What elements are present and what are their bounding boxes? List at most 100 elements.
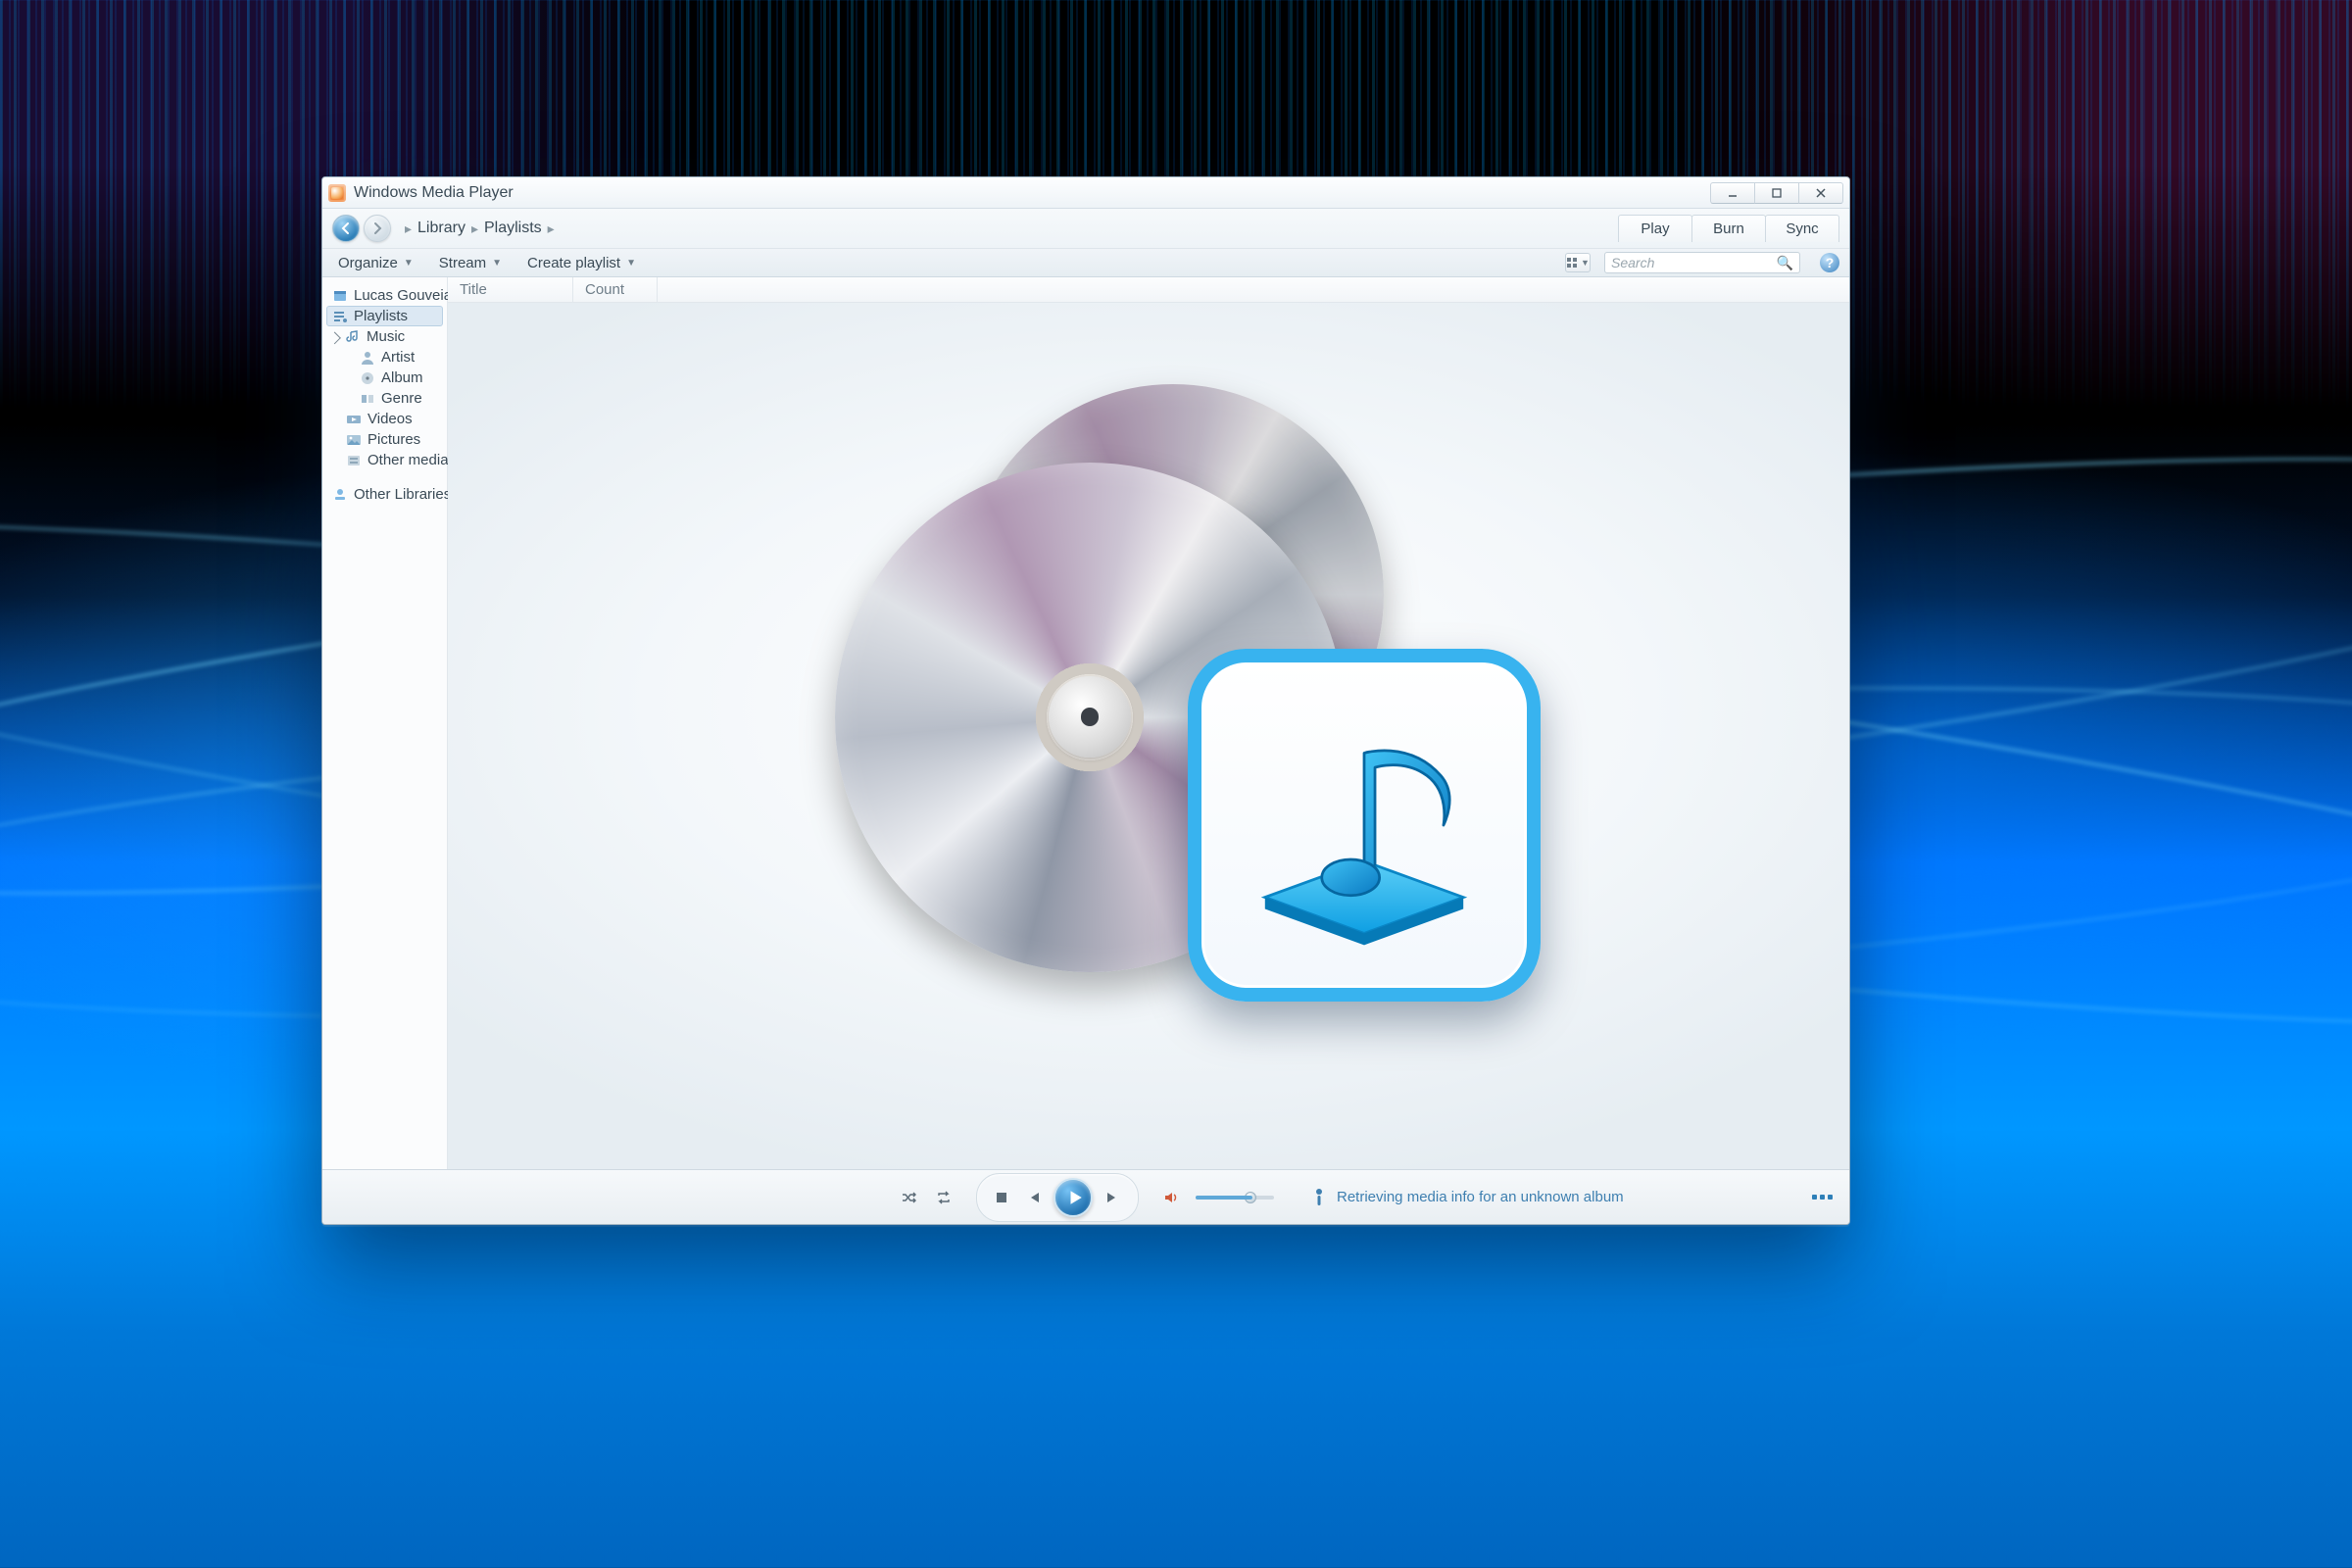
close-icon [1815, 187, 1827, 199]
column-count[interactable]: Count [573, 277, 658, 302]
switch-to-now-playing-button[interactable] [1810, 1189, 1834, 1206]
caret-down-icon: ▼ [626, 258, 636, 269]
info-icon [1311, 1188, 1327, 1207]
window-title: Windows Media Player [354, 184, 514, 202]
breadcrumb-sep-icon: ▸ [471, 220, 478, 237]
tab-burn[interactable]: Burn [1691, 215, 1766, 242]
sidebar-item-album[interactable]: Album [326, 368, 443, 388]
shuffle-button[interactable] [898, 1187, 919, 1208]
previous-button[interactable] [1022, 1187, 1044, 1208]
album-icon [360, 370, 375, 386]
sidebar-item-user[interactable]: Lucas Gouveia [326, 285, 443, 306]
breadcrumb-sep-icon: ▸ [548, 220, 555, 237]
library-nav-pane: Lucas Gouveia Playlists Music [322, 277, 448, 1169]
sidebar-playlists-label: Playlists [354, 308, 408, 324]
volume-slider[interactable] [1196, 1196, 1274, 1200]
minimize-button[interactable] [1710, 182, 1755, 204]
next-button[interactable] [1102, 1187, 1124, 1208]
network-library-icon [332, 487, 348, 503]
sidebar-pictures-label: Pictures [368, 431, 420, 448]
disc-icon [835, 463, 1345, 972]
view-options-button[interactable]: ▼ [1565, 253, 1591, 272]
sidebar-other-libraries-label: Other Libraries [354, 486, 451, 503]
navigation-bar: ▸ Library ▸ Playlists ▸ Play Burn Sync [322, 209, 1849, 248]
caret-down-icon: ▼ [1581, 258, 1590, 268]
tab-play[interactable]: Play [1618, 215, 1692, 242]
organize-menu[interactable]: Organize▼ [332, 253, 419, 273]
sidebar-item-other-libraries[interactable]: Other Libraries [326, 484, 443, 505]
help-icon: ? [1826, 255, 1835, 270]
create-playlist-menu[interactable]: Create playlist ▼ [521, 253, 642, 273]
music-app-tile-icon [1188, 649, 1541, 1002]
stop-icon [994, 1190, 1009, 1205]
wmp-app-icon [328, 184, 346, 202]
playlist-icon [332, 309, 348, 324]
search-input[interactable]: Search 🔍 [1604, 252, 1800, 273]
caret-down-icon: ▼ [492, 258, 502, 269]
sidebar-item-music[interactable]: Music [326, 326, 443, 347]
stream-menu[interactable]: Stream ▼ [433, 253, 508, 273]
column-count-label: Count [585, 281, 624, 298]
sidebar-item-videos[interactable]: Videos [326, 409, 443, 429]
genre-icon [360, 391, 375, 407]
sidebar-item-pictures[interactable]: Pictures [326, 429, 443, 450]
sidebar-album-label: Album [381, 369, 423, 386]
tab-play-label: Play [1641, 220, 1669, 237]
maximize-button[interactable] [1754, 182, 1799, 204]
caret-down-icon: ▼ [404, 258, 414, 269]
sidebar-artist-label: Artist [381, 349, 415, 366]
minimize-icon [1727, 187, 1739, 199]
titlebar: Windows Media Player [322, 177, 1849, 209]
status-text: Retrieving media info for an unknown alb… [1311, 1188, 1624, 1207]
play-icon [1066, 1189, 1084, 1206]
sidebar-item-genre[interactable]: Genre [326, 388, 443, 409]
other-media-icon [346, 453, 362, 468]
help-button[interactable]: ? [1820, 253, 1839, 272]
sidebar-genre-label: Genre [381, 390, 422, 407]
column-headers: Title Count [448, 277, 1849, 303]
back-arrow-icon [339, 221, 353, 235]
nowplaying-icon [1828, 1195, 1833, 1200]
artist-icon [360, 350, 375, 366]
tab-sync[interactable]: Sync [1765, 215, 1839, 242]
library-icon [332, 288, 348, 304]
artwork-overlay [796, 384, 1501, 992]
disc-icon [962, 384, 1384, 806]
next-icon [1105, 1190, 1121, 1205]
column-title-label: Title [460, 281, 487, 298]
stop-button[interactable] [991, 1187, 1012, 1208]
tab-sync-label: Sync [1786, 220, 1818, 237]
pictures-icon [346, 432, 362, 448]
view-grid-icon [1566, 257, 1578, 269]
mute-button[interactable] [1160, 1187, 1182, 1208]
tab-burn-label: Burn [1713, 220, 1744, 237]
command-toolbar: Organize▼ Stream ▼ Create playlist ▼ ▼ Sea… [322, 248, 1849, 277]
create-playlist-label: Create playlist [527, 255, 620, 271]
repeat-button[interactable] [933, 1187, 955, 1208]
sidebar-item-other-media[interactable]: Other media [326, 450, 443, 470]
shuffle-icon [901, 1190, 916, 1205]
search-placeholder: Search [1611, 255, 1654, 270]
maximize-icon [1771, 187, 1783, 199]
status-label: Retrieving media info for an unknown alb… [1337, 1189, 1624, 1205]
volume-track [1196, 1196, 1274, 1200]
volume-knob[interactable] [1245, 1192, 1256, 1203]
previous-icon [1025, 1190, 1041, 1205]
breadcrumb-playlists[interactable]: Playlists [484, 220, 542, 237]
nowplaying-icon [1820, 1195, 1825, 1200]
stream-label: Stream [439, 255, 486, 271]
breadcrumb-sep-icon: ▸ [405, 220, 412, 237]
speaker-icon [1163, 1190, 1179, 1205]
forward-button[interactable] [364, 215, 391, 242]
sidebar-other-media-label: Other media [368, 452, 449, 468]
play-button[interactable] [1054, 1178, 1093, 1217]
close-button[interactable] [1798, 182, 1843, 204]
sidebar-item-artist[interactable]: Artist [326, 347, 443, 368]
breadcrumb-library[interactable]: Library [417, 220, 466, 237]
sidebar-item-playlists[interactable]: Playlists [326, 306, 443, 326]
content-pane: Title Count [448, 277, 1849, 1169]
transport-controls [976, 1173, 1139, 1222]
back-button[interactable] [332, 215, 360, 242]
window-body: Lucas Gouveia Playlists Music [322, 277, 1849, 1169]
column-title[interactable]: Title [448, 277, 573, 302]
